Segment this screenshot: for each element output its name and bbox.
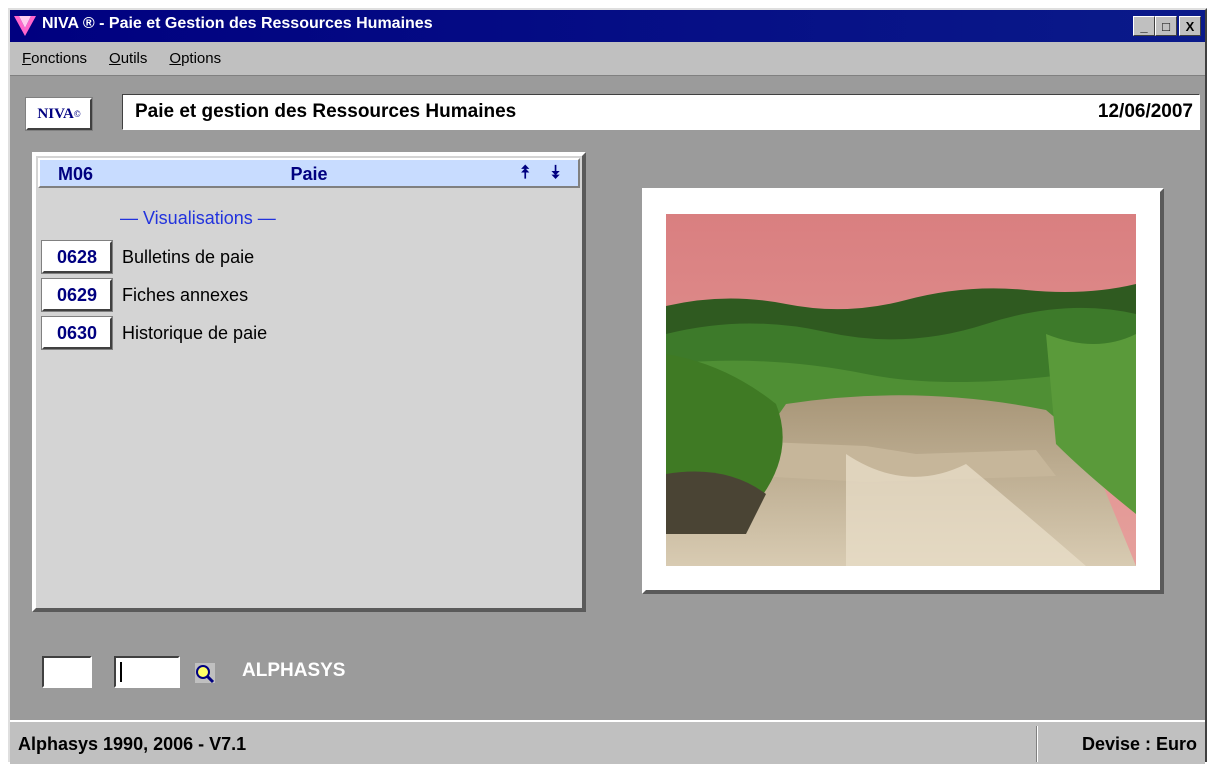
menu-fonctions[interactable]: Fonctions [22,50,87,67]
section-label: — Visualisations — [120,208,276,228]
item-code-button[interactable]: 0629 [41,278,113,312]
minimize-button[interactable]: _ [1133,16,1155,36]
niva-button-label: NIVA [37,105,74,122]
list-item[interactable]: 0628 Bulletins de paie [41,240,254,274]
list-item[interactable]: 0630 Historique de paie [41,316,267,350]
current-date: 12/06/2007 [1097,101,1193,122]
panel-header: M06 Paie ⯭ ⯯ [38,158,580,188]
window-title: NIVA ® - Paie et Gestion des Ressources … [42,15,433,32]
item-label[interactable]: Bulletins de paie [122,247,254,268]
maximize-icon: □ [1162,18,1170,34]
status-currency: Devise : Euro [1081,734,1197,754]
app-window: NIVA ® - Paie et Gestion des Ressources … [8,8,1207,764]
niva-mark: © [73,109,81,119]
item-code-button[interactable]: 0628 [41,240,113,274]
close-icon: X [1185,18,1195,34]
menu-options[interactable]: Options [169,50,221,67]
maximize-button[interactable]: □ [1155,16,1177,36]
title-bar[interactable]: NIVA ® - Paie et Gestion des Ressources … [10,10,1205,42]
window-controls: _ □ X [1133,16,1201,36]
niva-button[interactable]: NIVA © [25,97,93,131]
list-item[interactable]: 0629 Fiches annexes [41,278,248,312]
bottom-row: ALPHASYS [10,630,1205,690]
company-label: ALPHASYS [242,660,346,681]
status-version: Alphasys 1990, 2006 - V7.1 [18,734,247,754]
waterfall-photo [666,214,1136,566]
header-row: NIVA © Paie et gestion des Ressources Hum… [10,76,1205,142]
search-icon[interactable] [194,662,216,684]
niva-logo-icon [14,16,36,36]
menu-outils[interactable]: Outils [109,50,147,67]
status-bar: Alphasys 1990, 2006 - V7.1 Devise : Euro [10,720,1205,764]
scroll-down-icon[interactable]: ⯯ [550,162,561,183]
code-input-1[interactable] [42,656,92,688]
menu-bar: Fonctions Outils Options [10,42,1205,76]
scroll-up-icon[interactable]: ⯭ [520,162,531,183]
photo-frame [642,188,1164,594]
item-code-button[interactable]: 0630 [41,316,113,350]
item-label[interactable]: Historique de paie [122,323,267,344]
minimize-icon: _ [1140,18,1148,34]
panel-title: Paie [290,164,328,184]
item-label[interactable]: Fiches annexes [122,285,248,306]
page-title: Paie et gestion des Ressources Humaines [135,101,517,122]
code-input-2[interactable] [114,656,180,688]
header-field: Paie et gestion des Ressources Humaines … [122,94,1200,130]
close-button[interactable]: X [1179,16,1201,36]
status-divider [1036,726,1038,762]
menu-panel: M06 Paie ⯭ ⯯ — Visualisations — 0628 Bul… [32,152,586,612]
